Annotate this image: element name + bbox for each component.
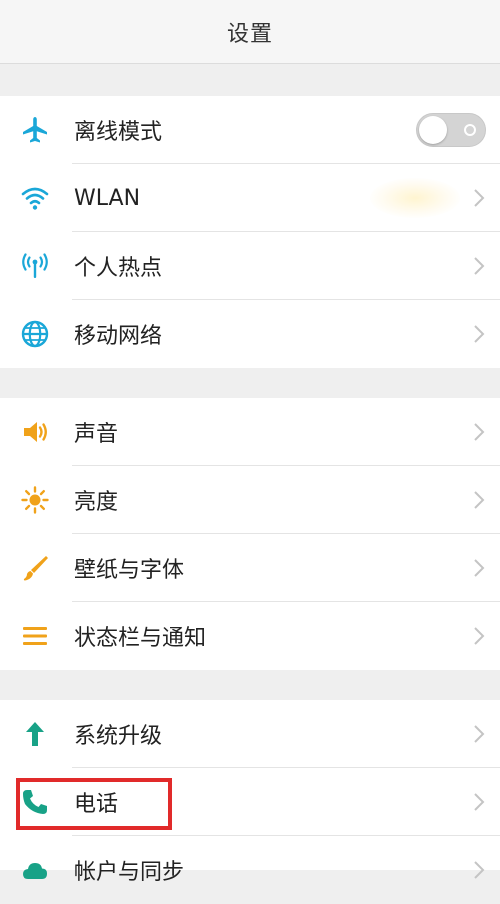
toggle-knob (419, 116, 447, 144)
page-title: 设置 (226, 21, 273, 47)
settings-group-network: 离线模式 WLAN 个人热点 移动网络 (0, 96, 500, 368)
setting-row-mobile-network[interactable]: 移动网络 (0, 300, 500, 368)
settings-group-system: 系统升级 电话 帐户与同步 (0, 700, 500, 885)
setting-label-offline-mode: 离线模式 (74, 120, 163, 145)
setting-row-sound[interactable]: 声音 (0, 398, 500, 466)
sun-icon (18, 483, 52, 517)
chevron-right-icon (474, 725, 485, 743)
setting-row-system-update[interactable]: 系统升级 (0, 700, 500, 768)
settings-group-display: 声音 亮度 壁纸与字体 状态栏与通知 (0, 398, 500, 670)
wifi-icon (18, 181, 52, 215)
setting-label-statusbar-notifications: 状态栏与通知 (74, 626, 207, 651)
setting-label-brightness: 亮度 (74, 490, 119, 515)
cloud-icon (18, 853, 52, 887)
list-icon (18, 619, 52, 653)
setting-label-system-update: 系统升级 (74, 724, 163, 749)
chevron-right-icon (474, 491, 485, 509)
chevron-right-icon (474, 189, 485, 207)
title-bar: 设置 (0, 0, 500, 64)
chevron-right-icon (474, 793, 485, 811)
blurred-network-name (370, 178, 460, 218)
setting-row-personal-hotspot[interactable]: 个人热点 (0, 232, 500, 300)
chevron-right-icon (474, 423, 485, 441)
speaker-icon (18, 415, 52, 449)
setting-label-wlan: WLAN (74, 185, 141, 211)
setting-row-wallpaper-font[interactable]: 壁纸与字体 (0, 534, 500, 602)
brush-icon (18, 551, 52, 585)
setting-row-statusbar-notifications[interactable]: 状态栏与通知 (0, 602, 500, 670)
setting-row-phone[interactable]: 电话 (0, 768, 500, 836)
chevron-right-icon (474, 559, 485, 577)
hotspot-icon (18, 249, 52, 283)
setting-label-wallpaper-font: 壁纸与字体 (74, 558, 185, 583)
setting-row-offline-mode[interactable]: 离线模式 (0, 96, 500, 164)
globe-icon (18, 317, 52, 351)
setting-label-mobile-network: 移动网络 (74, 324, 163, 349)
chevron-right-icon (474, 325, 485, 343)
setting-label-account-sync: 帐户与同步 (74, 860, 185, 885)
arrow-up-icon (18, 717, 52, 751)
setting-row-wlan[interactable]: WLAN (0, 164, 500, 232)
setting-row-brightness[interactable]: 亮度 (0, 466, 500, 534)
phone-icon (18, 785, 52, 819)
setting-label-phone: 电话 (74, 792, 119, 817)
setting-label-sound: 声音 (74, 422, 119, 447)
toggle-off-indicator-icon (464, 124, 476, 136)
setting-row-account-sync[interactable]: 帐户与同步 (0, 836, 500, 904)
airplane-icon (18, 113, 52, 147)
offline-mode-toggle[interactable] (416, 113, 486, 147)
chevron-right-icon (474, 257, 485, 275)
setting-label-personal-hotspot: 个人热点 (74, 256, 163, 281)
chevron-right-icon (474, 861, 485, 879)
chevron-right-icon (474, 627, 485, 645)
